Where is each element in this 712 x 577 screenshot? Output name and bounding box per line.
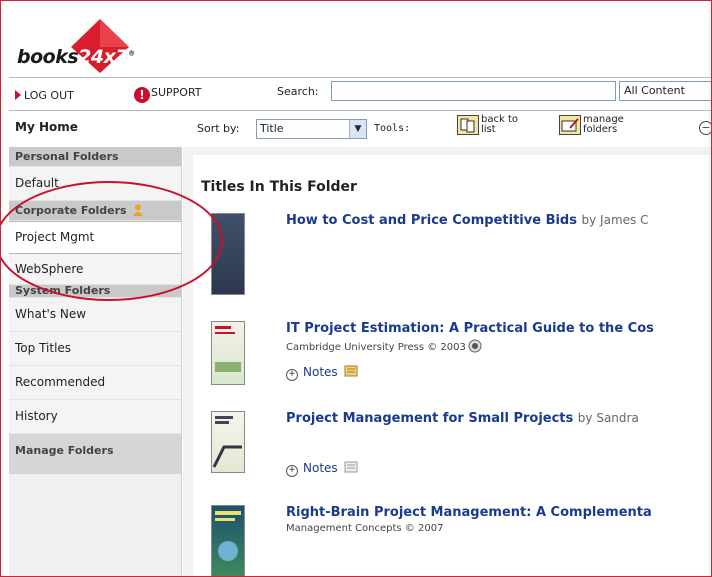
book-cover[interactable] — [211, 213, 245, 295]
notes-icon — [344, 461, 358, 473]
top-bar: LOG OUT ! SUPPORT Search: All Content — [9, 77, 711, 111]
expand-icon: + — [286, 369, 298, 381]
book-list-icon — [457, 115, 479, 135]
toolbar: My Home Sort by: Title ▼ Tools: back to li… — [9, 111, 711, 145]
notes-toggle[interactable]: + Notes — [286, 461, 358, 477]
books24x7-logo[interactable]: books24x7® — [13, 13, 163, 73]
corporate-folders-header: Corporate Folders — [9, 201, 181, 221]
logo-wordmark: books24x7® — [17, 46, 135, 68]
main-panel: Titles In This Folder How to Cost and Pr… — [183, 147, 711, 576]
list-item: How to Cost and Price Competitive Bids b… — [201, 213, 711, 295]
app-window: books24x7® LOG OUT ! SUPPORT Search: All … — [0, 0, 712, 577]
sidebar-item-top-titles[interactable]: Top Titles — [9, 332, 181, 366]
back-to-list-button[interactable]: back to list — [457, 115, 518, 135]
collapse-icon[interactable]: − — [699, 121, 711, 135]
support-link[interactable]: ! SUPPORT — [134, 86, 202, 103]
book-cover[interactable] — [211, 505, 245, 576]
sidebar-item-recommended[interactable]: Recommended — [9, 366, 181, 400]
info-icon[interactable] — [468, 339, 482, 353]
book-cover[interactable] — [211, 321, 245, 385]
manage-folders-link[interactable]: Manage Folders — [9, 434, 181, 474]
folder-sidebar: Personal Folders Default Corporate Folde… — [9, 147, 182, 576]
sidebar-item-history[interactable]: History — [9, 400, 181, 434]
my-home-link[interactable]: My Home — [15, 120, 78, 134]
list-item: Right-Brain Project Management: A Comple… — [201, 505, 711, 576]
list-item: IT Project Estimation: A Practical Guide… — [201, 321, 711, 401]
page-title: Titles In This Folder — [201, 179, 357, 195]
folder-contents: Titles In This Folder How to Cost and Pr… — [193, 155, 711, 576]
logout-link[interactable]: LOG OUT — [15, 89, 74, 102]
book-title-link[interactable]: Project Management for Small Projects by… — [286, 411, 639, 426]
sidebar-item-websphere[interactable]: WebSphere — [9, 254, 181, 285]
alert-icon: ! — [134, 87, 150, 103]
sort-by-select[interactable]: Title ▼ — [256, 119, 367, 139]
folder-edit-icon — [559, 115, 581, 135]
arrow-right-icon — [15, 90, 21, 100]
chevron-down-icon: ▼ — [349, 120, 366, 138]
expand-icon: + — [286, 465, 298, 477]
manage-folders-button[interactable]: manage folders — [559, 115, 624, 135]
notes-icon — [344, 365, 358, 377]
search-label: Search: — [277, 85, 319, 98]
sidebar-item-default[interactable]: Default — [9, 167, 181, 201]
personal-folders-header: Personal Folders — [9, 147, 181, 167]
sidebar-item-project-mgmt[interactable]: Project Mgmt — [9, 221, 181, 254]
search-input[interactable] — [331, 81, 616, 101]
sort-by-label: Sort by: — [197, 122, 240, 135]
search-scope-select[interactable]: All Content — [619, 81, 711, 101]
system-folders-header: System Folders — [9, 285, 181, 298]
user-icon — [132, 204, 143, 216]
book-title-link[interactable]: How to Cost and Price Competitive Bids b… — [286, 213, 648, 228]
book-title-link[interactable]: Right-Brain Project Management: A Comple… — [286, 505, 652, 520]
publisher-info: Cambridge University Press © 2003 — [286, 339, 482, 353]
notes-toggle[interactable]: + Notes — [286, 365, 358, 381]
list-item: Project Management for Small Projects by… — [201, 411, 711, 491]
book-title-link[interactable]: IT Project Estimation: A Practical Guide… — [286, 321, 654, 336]
publisher-info: Management Concepts © 2007 — [286, 523, 444, 534]
sidebar-item-whats-new[interactable]: What's New — [9, 298, 181, 332]
tools-label: Tools: — [374, 123, 411, 134]
book-cover[interactable] — [211, 411, 245, 473]
